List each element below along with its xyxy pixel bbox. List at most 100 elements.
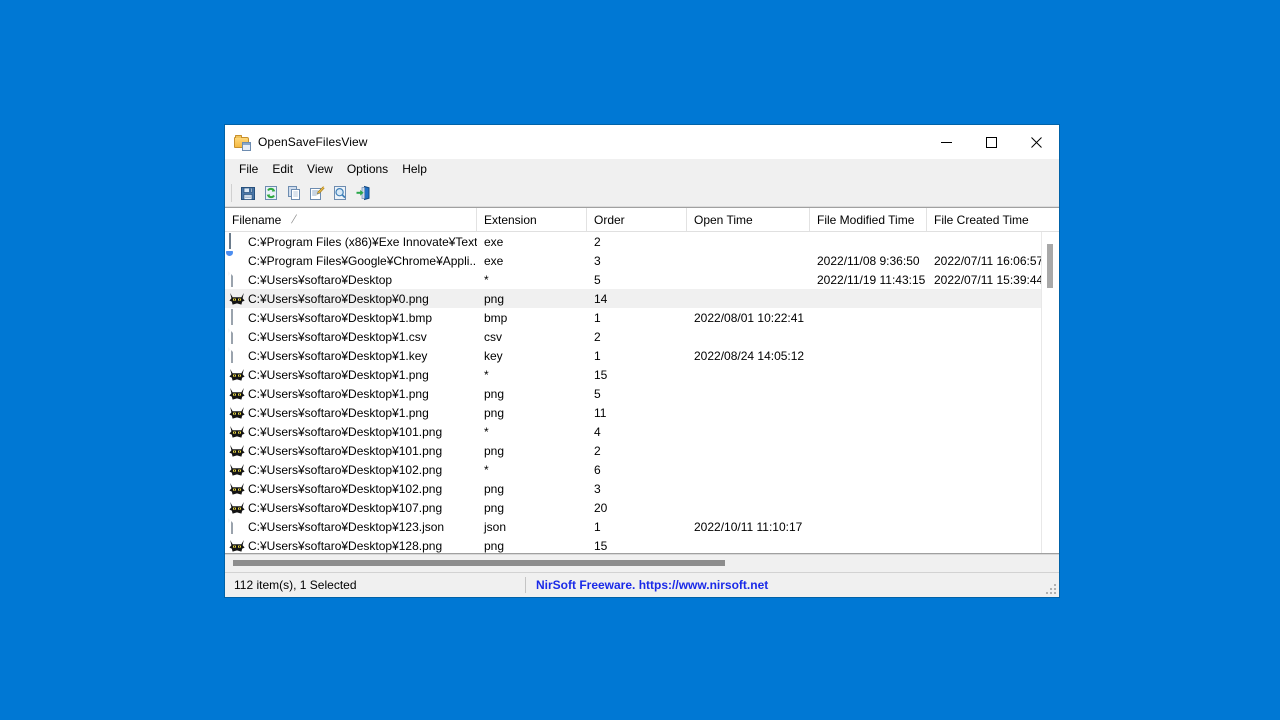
cell-extension: png bbox=[484, 386, 505, 401]
cell-open-time: 2022/08/01 10:22:41 bbox=[694, 310, 805, 325]
column-header-extension[interactable]: Extension bbox=[477, 208, 587, 231]
cell-created-time bbox=[927, 327, 1044, 346]
filename-text: C:¥Users¥softaro¥Desktop¥101.png bbox=[248, 443, 443, 458]
cell-order: 1 bbox=[594, 519, 601, 534]
status-credit-link[interactable]: NirSoft Freeware. https://www.nirsoft.ne… bbox=[526, 578, 768, 592]
horizontal-scrollbar-thumb[interactable] bbox=[233, 560, 725, 566]
cell-filename: C:¥Users¥softaro¥Desktop¥123.json bbox=[225, 517, 477, 536]
table-row[interactable]: C:¥Users¥softaro¥Desktop¥101.png * 4 bbox=[225, 422, 1059, 441]
table-row[interactable]: C:¥Users¥softaro¥Desktop¥101.png png 2 bbox=[225, 441, 1059, 460]
cell-filename: C:¥Program Files (x86)¥Exe Innovate¥Text… bbox=[225, 232, 477, 251]
cell-extension: bmp bbox=[484, 310, 508, 325]
sort-ascending-icon: ╱ bbox=[291, 214, 297, 224]
cell-order: 14 bbox=[594, 291, 608, 306]
table-row[interactable]: C:¥Users¥softaro¥Desktop¥1.csv csv 2 bbox=[225, 327, 1059, 346]
cell-modified-time bbox=[810, 365, 927, 384]
column-header-order[interactable]: Order bbox=[587, 208, 687, 231]
cell-open-time bbox=[687, 327, 810, 346]
properties-icon bbox=[309, 185, 325, 201]
menu-edit[interactable]: Edit bbox=[265, 160, 300, 179]
table-row[interactable]: C:¥Users¥softaro¥Desktop¥107.png png 20 bbox=[225, 498, 1059, 517]
cell-extension: png bbox=[484, 481, 505, 496]
find-button[interactable] bbox=[328, 182, 351, 204]
cell-order: 15 bbox=[594, 538, 608, 553]
cat-icon bbox=[229, 386, 245, 402]
table-row[interactable]: C:¥Users¥softaro¥Desktop¥123.json json 1 20… bbox=[225, 517, 1059, 536]
exit-button[interactable] bbox=[351, 182, 374, 204]
column-header-modified[interactable]: File Modified Time bbox=[810, 208, 927, 231]
table-row[interactable]: C:¥Users¥softaro¥Desktop¥1.png png 11 bbox=[225, 403, 1059, 422]
title-bar[interactable]: OpenSaveFilesView bbox=[225, 125, 1059, 159]
cell-created-time bbox=[927, 536, 1044, 553]
table-row[interactable]: C:¥Users¥softaro¥Desktop * 5 2022/11/19 11:… bbox=[225, 270, 1059, 289]
cell-order: 3 bbox=[594, 481, 601, 496]
cell-extension: csv bbox=[484, 329, 502, 344]
column-header-created[interactable]: File Created Time bbox=[927, 208, 1044, 231]
status-bar: 112 item(s), 1 Selected NirSoft Freeware… bbox=[225, 572, 1059, 597]
cell-order: 2 bbox=[594, 329, 601, 344]
cell-created-time bbox=[927, 460, 1044, 479]
cell-order: 15 bbox=[594, 367, 608, 382]
menu-options[interactable]: Options bbox=[340, 160, 395, 179]
cell-extension: * bbox=[484, 462, 489, 477]
filename-text: C:¥Users¥softaro¥Desktop¥1.bmp bbox=[248, 310, 433, 325]
save-button[interactable] bbox=[236, 182, 259, 204]
table-row[interactable]: C:¥Users¥softaro¥Desktop¥1.png * 15 bbox=[225, 365, 1059, 384]
table-row[interactable]: C:¥Program Files (x86)¥Exe Innovate¥Text… bbox=[225, 232, 1059, 251]
cell-filename: C:¥Users¥softaro¥Desktop¥128.png bbox=[225, 536, 477, 553]
magnifier-icon bbox=[332, 185, 348, 201]
copy-button[interactable] bbox=[282, 182, 305, 204]
status-item-count: 112 item(s), 1 Selected bbox=[234, 578, 357, 592]
resize-grip[interactable] bbox=[1044, 582, 1056, 594]
cell-modified-time bbox=[810, 403, 927, 422]
app-icon bbox=[234, 134, 251, 151]
window-controls bbox=[924, 125, 1059, 159]
cell-order: 11 bbox=[594, 405, 607, 420]
cell-modified-time bbox=[810, 498, 927, 517]
properties-button[interactable] bbox=[305, 182, 328, 204]
cell-open-time bbox=[687, 251, 810, 270]
cell-open-time bbox=[687, 536, 810, 553]
filename-text: C:¥Users¥softaro¥Desktop¥1.csv bbox=[248, 329, 427, 344]
cell-created-time bbox=[927, 479, 1044, 498]
vertical-scrollbar[interactable] bbox=[1041, 232, 1059, 553]
cell-filename: C:¥Users¥softaro¥Desktop bbox=[225, 270, 477, 289]
maximize-button[interactable] bbox=[969, 125, 1014, 159]
column-header-open-time[interactable]: Open Time bbox=[687, 208, 810, 231]
table-row[interactable]: C:¥Users¥softaro¥Desktop¥128.png png 15 bbox=[225, 536, 1059, 553]
filename-text: C:¥Users¥softaro¥Desktop¥0.png bbox=[248, 291, 429, 306]
cell-filename: C:¥Users¥softaro¥Desktop¥1.png bbox=[225, 365, 477, 384]
cell-created-time bbox=[927, 422, 1044, 441]
table-row[interactable]: C:¥Users¥softaro¥Desktop¥1.bmp bmp 1 2022/0… bbox=[225, 308, 1059, 327]
cell-modified-time bbox=[810, 441, 927, 460]
table-row[interactable]: C:¥Users¥softaro¥Desktop¥0.png png 14 bbox=[225, 289, 1059, 308]
cell-modified-time bbox=[810, 232, 927, 251]
column-header-filename[interactable]: Filename ╱ bbox=[225, 208, 477, 231]
cell-open-time bbox=[687, 422, 810, 441]
filename-text: C:¥Users¥softaro¥Desktop bbox=[248, 272, 393, 287]
filename-text: C:¥Program Files (x86)¥Exe Innovate¥Text… bbox=[248, 234, 477, 249]
cell-extension: png bbox=[484, 405, 505, 420]
filename-text: C:¥Users¥softaro¥Desktop¥107.png bbox=[248, 500, 443, 515]
menu-view[interactable]: View bbox=[300, 160, 340, 179]
refresh-button[interactable] bbox=[259, 182, 282, 204]
menu-file[interactable]: File bbox=[232, 160, 265, 179]
table-row[interactable]: C:¥Users¥softaro¥Desktop¥102.png png 3 bbox=[225, 479, 1059, 498]
document-icon bbox=[229, 346, 245, 364]
vertical-scrollbar-thumb[interactable] bbox=[1047, 244, 1053, 288]
cell-filename: C:¥Users¥softaro¥Desktop¥1.bmp bbox=[225, 308, 477, 327]
table-row[interactable]: C:¥Users¥softaro¥Desktop¥1.png png 5 bbox=[225, 384, 1059, 403]
document-icon bbox=[229, 270, 245, 288]
close-button[interactable] bbox=[1014, 125, 1059, 159]
horizontal-scrollbar[interactable] bbox=[225, 554, 1059, 572]
filename-text: C:¥Program Files¥Google¥Chrome¥Appli... bbox=[248, 253, 477, 268]
document-icon bbox=[229, 517, 245, 535]
table-row[interactable]: C:¥Users¥softaro¥Desktop¥102.png * 6 bbox=[225, 460, 1059, 479]
table-row[interactable]: C:¥Program Files¥Google¥Chrome¥Appli... e… bbox=[225, 251, 1059, 270]
table-row[interactable]: C:¥Users¥softaro¥Desktop¥1.key key 1 2022/0… bbox=[225, 346, 1059, 365]
cat-icon bbox=[229, 538, 245, 554]
cell-order: 1 bbox=[594, 348, 601, 363]
minimize-button[interactable] bbox=[924, 125, 969, 159]
cell-order: 6 bbox=[594, 462, 601, 477]
menu-help[interactable]: Help bbox=[395, 160, 434, 179]
